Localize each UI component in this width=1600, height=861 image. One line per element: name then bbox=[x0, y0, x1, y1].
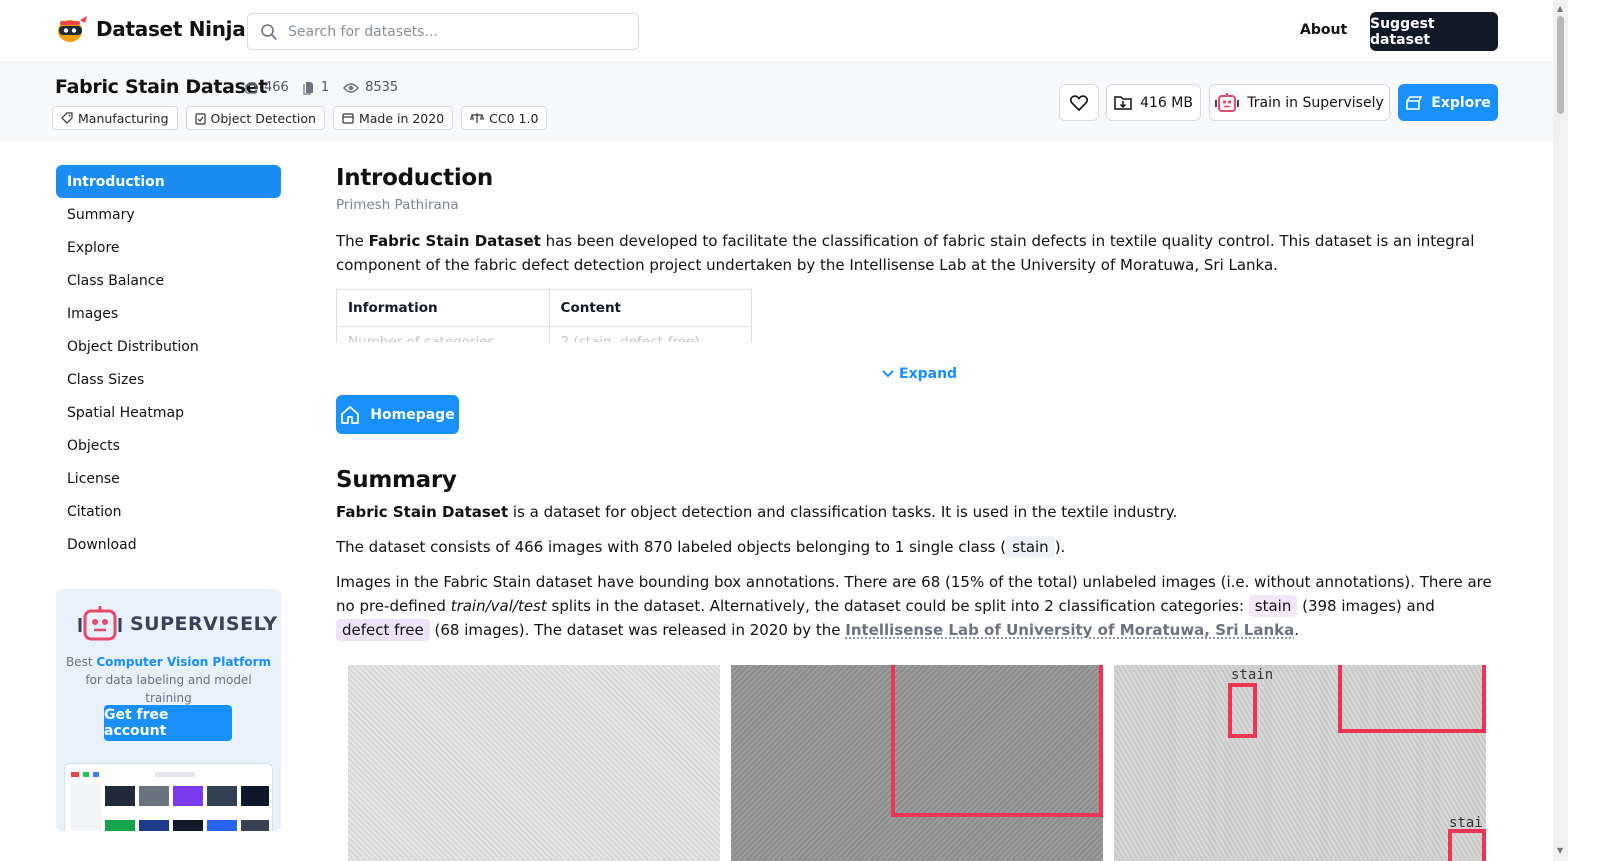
main-content: Introduction Primesh Pathirana bbox=[336, 165, 1498, 213]
category-badge[interactable]: defect free bbox=[336, 619, 430, 641]
platform-preview-graphic bbox=[71, 772, 269, 831]
sidebar-nav: Introduction Summary Explore Class Balan… bbox=[56, 165, 281, 561]
explore-button[interactable]: Explore bbox=[1398, 84, 1498, 121]
search-input[interactable] bbox=[288, 23, 628, 40]
images-count: 466 bbox=[264, 80, 289, 95]
supervisely-wordmark: SUPERVISELY bbox=[130, 613, 278, 635]
table-header-row: Information Content bbox=[336, 289, 753, 327]
about-link[interactable]: About bbox=[1300, 22, 1347, 38]
bounding-box bbox=[1448, 829, 1486, 861]
sidebar-item-class-balance[interactable]: Class Balance bbox=[56, 264, 281, 297]
info-table: Information Content Number of categories… bbox=[336, 289, 753, 342]
table-row: Number of categories 2 (stain, defect-fr… bbox=[336, 326, 753, 342]
brand-logo[interactable]: Dataset Ninja bbox=[56, 14, 246, 44]
table-header: Information bbox=[336, 289, 550, 327]
top-navbar: Dataset Ninja About Suggest dataset bbox=[0, 0, 1553, 63]
files-stat: 1 bbox=[303, 80, 329, 95]
sidebar-item-license[interactable]: License bbox=[56, 462, 281, 495]
explore-box-icon bbox=[1406, 95, 1423, 110]
sidebar-item-objects[interactable]: Objects bbox=[56, 429, 281, 462]
folder-download-icon bbox=[1114, 96, 1132, 110]
home-icon bbox=[341, 405, 360, 424]
sample-image[interactable] bbox=[731, 665, 1103, 861]
expand-button[interactable]: Expand bbox=[882, 366, 957, 382]
cv-platform-link[interactable]: Computer Vision Platform bbox=[96, 655, 271, 669]
images-icon bbox=[245, 81, 257, 94]
info-table-wrapper: Information Content Number of categories… bbox=[336, 289, 756, 342]
suggest-dataset-button[interactable]: Suggest dataset bbox=[1370, 12, 1498, 51]
search-icon bbox=[261, 23, 277, 40]
bounding-box bbox=[1338, 665, 1486, 733]
platform-screenshot bbox=[64, 763, 273, 831]
category-badge[interactable]: stain bbox=[1248, 595, 1298, 617]
train-in-supervisely-button[interactable]: Train in Supervisely bbox=[1209, 84, 1390, 121]
clipboard-icon bbox=[194, 112, 206, 125]
download-size-button[interactable]: 416 MB bbox=[1106, 84, 1201, 121]
calendar-icon bbox=[342, 113, 354, 124]
brand-name: Dataset Ninja bbox=[96, 17, 246, 41]
get-free-account-button[interactable]: Get free account bbox=[104, 705, 232, 741]
heart-icon bbox=[1070, 94, 1088, 111]
views-count: 8535 bbox=[365, 80, 399, 95]
eye-icon bbox=[343, 82, 360, 93]
ninja-logo-icon bbox=[58, 16, 87, 42]
table-header: Content bbox=[548, 289, 753, 327]
sidebar-item-citation[interactable]: Citation bbox=[56, 495, 281, 528]
supervisely-logo: SUPERVISELY bbox=[78, 605, 278, 643]
tag-industry[interactable]: Manufacturing bbox=[52, 106, 178, 130]
sidebar-item-class-sizes[interactable]: Class Sizes bbox=[56, 363, 281, 396]
sample-image[interactable] bbox=[348, 665, 720, 861]
sidebar-item-introduction[interactable]: Introduction bbox=[56, 165, 281, 198]
table-cell: 2 (stain, defect-free) bbox=[548, 326, 753, 342]
promo-text: Best Computer Vision Platform for data l… bbox=[65, 655, 272, 705]
sidebar-item-spatial-heatmap[interactable]: Spatial Heatmap bbox=[56, 396, 281, 429]
dataset-tags: Manufacturing Object Detection Made in 2… bbox=[52, 106, 548, 130]
summary-paragraph-2: The dataset consists of 466 images with … bbox=[336, 536, 1066, 558]
class-badge[interactable]: stain bbox=[1006, 536, 1055, 558]
images-stat: 466 bbox=[244, 80, 289, 95]
tag-icon bbox=[61, 112, 73, 124]
author-org-link[interactable]: Intellisense Lab of University of Moratu… bbox=[845, 621, 1294, 639]
sidebar-item-images[interactable]: Images bbox=[56, 297, 281, 330]
tag-license[interactable]: CC0 1.0 bbox=[461, 106, 548, 130]
scroll-down-icon[interactable]: ▼ bbox=[1557, 846, 1563, 855]
bounding-box bbox=[1228, 683, 1257, 738]
scrollbar-thumb[interactable] bbox=[1557, 16, 1564, 114]
summary-paragraph-3: Images in the Fabric Stain dataset have … bbox=[336, 573, 1492, 641]
table-cell: Number of categories bbox=[336, 326, 550, 342]
introduction-heading: Introduction bbox=[336, 165, 493, 191]
summary-heading: Summary bbox=[336, 467, 457, 493]
scale-icon bbox=[470, 113, 485, 123]
supervisely-robot-icon bbox=[78, 606, 122, 641]
bbox-label: stain bbox=[1231, 667, 1274, 683]
supervisely-promo-card: SUPERVISELY Best Computer Vision Platfor… bbox=[56, 589, 281, 831]
supervisely-robot-icon bbox=[1215, 92, 1240, 112]
tag-year[interactable]: Made in 2020 bbox=[332, 106, 454, 130]
files-count: 1 bbox=[320, 80, 330, 95]
author-name[interactable]: Primesh Pathirana bbox=[336, 197, 1498, 213]
dataset-stats: 466 1 8535 bbox=[244, 80, 398, 95]
files-icon bbox=[303, 81, 313, 95]
scroll-up-icon[interactable]: ▲ bbox=[1557, 4, 1563, 13]
summary-paragraph-1: Fabric Stain Dataset is a dataset for ob… bbox=[336, 503, 1178, 521]
sample-image[interactable]: stain stai bbox=[1114, 665, 1486, 861]
chevron-down-icon bbox=[882, 370, 894, 378]
sidebar-item-download[interactable]: Download bbox=[56, 528, 281, 561]
bounding-box bbox=[891, 665, 1103, 817]
sidebar-item-explore[interactable]: Explore bbox=[56, 231, 281, 264]
tag-task[interactable]: Object Detection bbox=[185, 106, 325, 130]
search-box[interactable] bbox=[247, 13, 639, 50]
homepage-button[interactable]: Homepage bbox=[336, 395, 459, 434]
dataset-size: 416 MB bbox=[1140, 94, 1193, 111]
introduction-paragraph: The Fabric Stain Dataset has been develo… bbox=[336, 232, 1475, 274]
sidebar-item-object-distribution[interactable]: Object Distribution bbox=[56, 330, 281, 363]
sidebar-item-summary[interactable]: Summary bbox=[56, 198, 281, 231]
favorite-button[interactable] bbox=[1059, 84, 1099, 121]
page-scrollbar[interactable]: ▲ ▼ bbox=[1553, 0, 1568, 861]
views-stat: 8535 bbox=[343, 80, 398, 95]
dataset-title: Fabric Stain Dataset bbox=[55, 76, 268, 98]
